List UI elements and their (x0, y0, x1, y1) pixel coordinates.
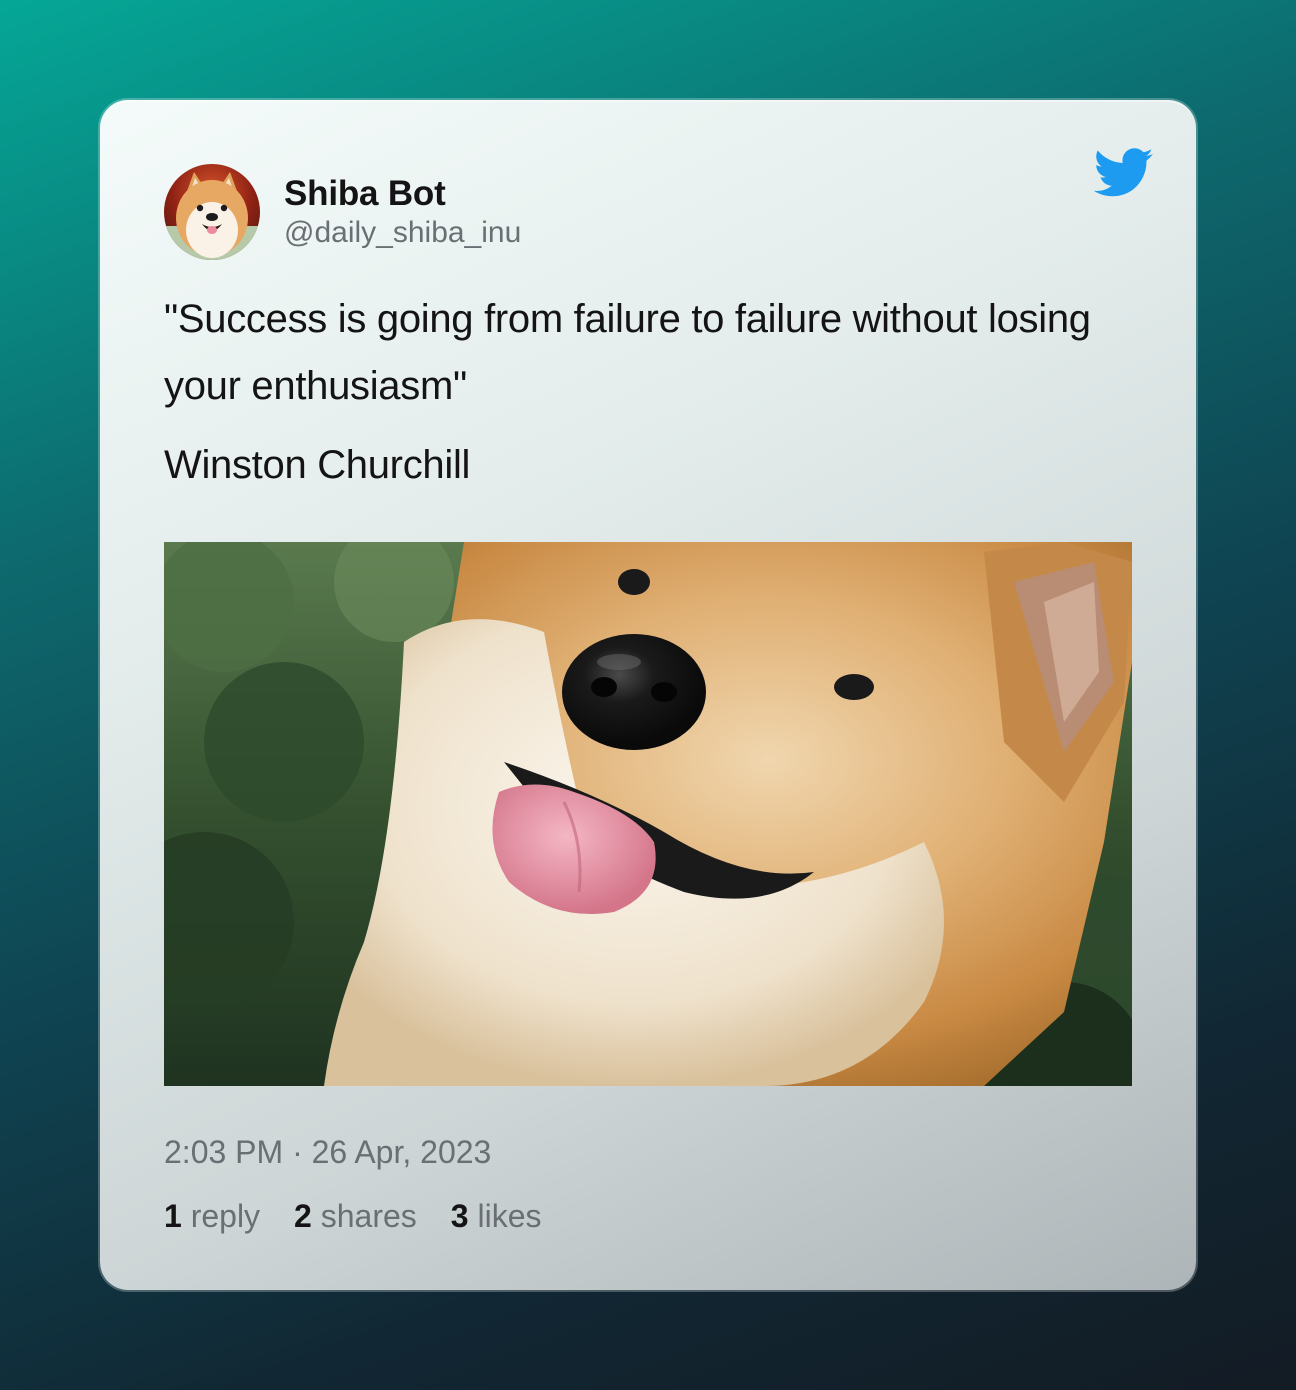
avatar[interactable] (164, 164, 260, 260)
shares-count: 2 (294, 1198, 312, 1234)
engagement-stats: 1 reply 2 shares 3 likes (164, 1198, 541, 1235)
likes-label: likes (477, 1198, 542, 1234)
tweet-card: Shiba Bot @daily_shiba_inu "Success is g… (100, 100, 1196, 1290)
replies-count: 1 (164, 1198, 182, 1234)
tweet-text: "Success is going from failure to failur… (164, 297, 1091, 408)
tweet-image[interactable] (164, 542, 1132, 1086)
author-name[interactable]: Shiba Bot (284, 174, 446, 214)
tweet-timestamp[interactable]: 2:03 PM · 26 Apr, 2023 (164, 1134, 491, 1171)
likes-count: 3 (450, 1198, 469, 1234)
shares-label: shares (320, 1198, 417, 1234)
quote-attribution: Winston Churchill (164, 443, 471, 487)
likes-stat[interactable]: 3 likes (451, 1198, 542, 1235)
replies-label: reply (190, 1198, 261, 1234)
author-handle[interactable]: @daily_shiba_inu (284, 216, 521, 250)
twitter-bird-icon[interactable] (1094, 148, 1154, 198)
replies-stat[interactable]: 1 reply (164, 1198, 260, 1235)
shares-stat[interactable]: 2 shares (294, 1198, 417, 1235)
